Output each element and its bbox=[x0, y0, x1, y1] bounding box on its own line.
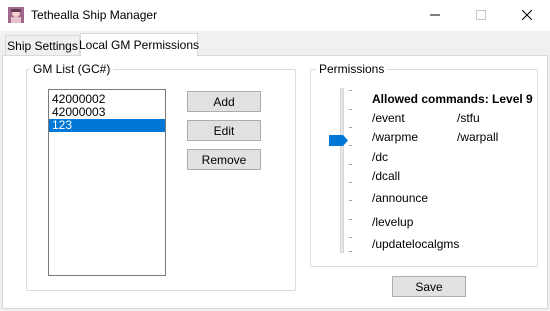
slider-tick bbox=[349, 109, 352, 110]
command-levelup: /levelup bbox=[372, 215, 414, 229]
permission-level-slider[interactable] bbox=[326, 85, 356, 255]
slider-tick bbox=[349, 219, 352, 220]
command-stfu: /stfu bbox=[457, 111, 480, 125]
title-bar: Tethealla Ship Manager bbox=[0, 0, 550, 31]
command-dcall: /dcall bbox=[372, 169, 401, 183]
add-button[interactable]: Add bbox=[187, 91, 261, 112]
close-button[interactable] bbox=[504, 0, 550, 31]
close-icon bbox=[521, 9, 533, 23]
list-item-selected[interactable]: 123 bbox=[49, 119, 165, 132]
gm-listbox[interactable]: 42000002 42000003 123 bbox=[48, 89, 166, 276]
command-updatelocalgms: /updatelocalgms bbox=[372, 237, 460, 251]
remove-button[interactable]: Remove bbox=[187, 149, 261, 170]
command-announce: /announce bbox=[372, 191, 429, 205]
maximize-button[interactable] bbox=[458, 0, 504, 31]
slider-tick bbox=[349, 251, 352, 252]
save-button[interactable]: Save bbox=[392, 276, 466, 297]
slider-tick bbox=[349, 237, 352, 238]
tab-ship-settings[interactable]: Ship Settings bbox=[5, 35, 80, 55]
tab-label: Ship Settings bbox=[7, 38, 78, 53]
window-title: Tethealla Ship Manager bbox=[31, 8, 158, 22]
minimize-button[interactable] bbox=[412, 0, 458, 31]
maximize-icon bbox=[476, 9, 486, 23]
slider-tick bbox=[349, 145, 352, 146]
app-icon bbox=[8, 7, 24, 23]
command-warpall: /warpall bbox=[457, 130, 499, 144]
slider-thumb[interactable] bbox=[329, 135, 349, 146]
slider-tick bbox=[349, 164, 352, 165]
command-event: /event bbox=[372, 111, 405, 125]
edit-button[interactable]: Edit bbox=[187, 120, 261, 141]
tab-label: Local GM Permissions bbox=[78, 38, 200, 52]
slider-track bbox=[340, 88, 344, 253]
permissions-group-label: Permissions bbox=[316, 62, 388, 76]
slider-tick bbox=[349, 200, 352, 201]
tab-local-gm-permissions[interactable]: Local GM Permissions bbox=[78, 33, 200, 56]
command-warpme: /warpme bbox=[372, 130, 419, 144]
slider-tick bbox=[349, 182, 352, 183]
slider-tick bbox=[349, 127, 352, 128]
permissions-heading: Allowed commands: Level 9 bbox=[372, 92, 533, 106]
gm-list-group-label: GM List (GC#) bbox=[30, 62, 114, 76]
command-dc: /dc bbox=[372, 150, 389, 164]
slider-tick bbox=[349, 90, 352, 91]
minimize-icon bbox=[430, 9, 440, 23]
